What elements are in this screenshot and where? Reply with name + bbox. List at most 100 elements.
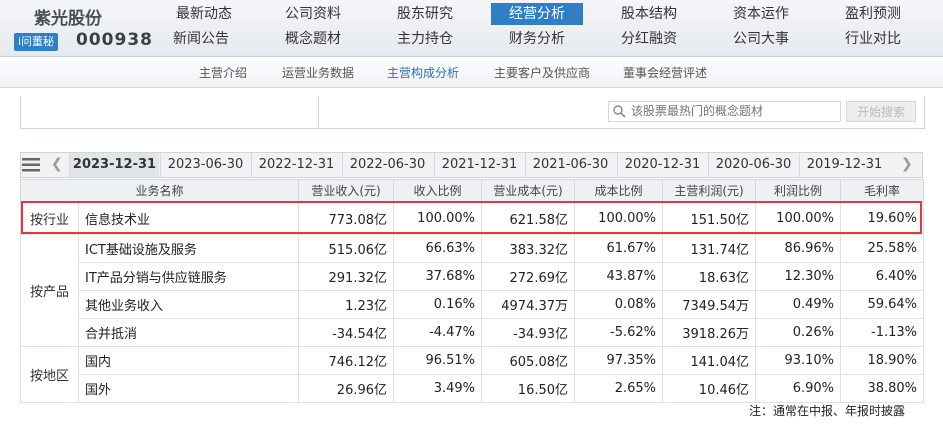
nav-financial-analysis[interactable]: 财务分析 bbox=[491, 28, 583, 50]
cell-revenue-ratio: 96.51% bbox=[393, 346, 483, 375]
cell-revenue-ratio: 100.00% bbox=[393, 201, 483, 235]
tab-date-2020-12-31[interactable]: 2020-12-31 bbox=[617, 153, 707, 177]
nav-industry-comparison[interactable]: 行业对比 bbox=[827, 28, 919, 50]
cell-profit-ratio: 12.30% bbox=[755, 262, 842, 291]
cell-cost: 272.69亿 bbox=[481, 262, 576, 291]
cell-profit-ratio: 0.49% bbox=[755, 290, 842, 319]
table-row: IT产品分销与供应链服务 291.32亿 37.68% 272.69亿 43.8… bbox=[21, 262, 925, 291]
stock-name: 紫光股份 bbox=[34, 9, 102, 29]
table-row: 合并抵消 -34.54亿 -4.47% -34.93亿 -5.62% 3918.… bbox=[21, 318, 925, 347]
nav-earnings-forecast[interactable]: 盈利预测 bbox=[827, 3, 919, 25]
cell-cost: -34.93亿 bbox=[481, 318, 576, 347]
header-profit: 主营利润(元) bbox=[662, 179, 757, 202]
table-header-row: 业务名称 营业收入(元) 收入比例 营业成本(元) 成本比例 主营利润(元) 利… bbox=[19, 179, 925, 202]
cell-revenue-ratio: -4.47% bbox=[393, 318, 483, 347]
divider bbox=[318, 96, 319, 128]
subnav-board-review[interactable]: 董事会经营评述 bbox=[623, 64, 707, 81]
menu-icon[interactable] bbox=[22, 157, 40, 173]
cell-business-name: ICT基础设施及服务 bbox=[77, 234, 300, 263]
cell-cost: 383.32亿 bbox=[481, 234, 576, 263]
subnav-main-business-intro[interactable]: 主营介绍 bbox=[199, 64, 247, 81]
cell-revenue: 291.32亿 bbox=[298, 262, 395, 291]
header-gross-margin: 毛利率 bbox=[840, 179, 925, 202]
group-label: 按产品 bbox=[20, 234, 79, 347]
cell-gross-margin: 25.58% bbox=[840, 234, 925, 263]
group-label: 按地区 bbox=[20, 346, 79, 403]
nav-shareholder-research[interactable]: 股东研究 bbox=[379, 3, 471, 25]
header-profit-ratio: 利润比例 bbox=[755, 179, 842, 202]
cell-cost-ratio: 43.87% bbox=[574, 262, 664, 291]
table-row: 按行业 信息技术业 773.08亿 100.00% 621.58亿 100.00… bbox=[20, 201, 925, 235]
cell-cost: 621.58亿 bbox=[481, 201, 576, 235]
nav-operation-analysis[interactable]: 经营分析 bbox=[491, 3, 583, 25]
cell-profit: 3918.26万 bbox=[662, 318, 757, 347]
table-row: 按地区 国内 746.12亿 96.51% 605.08亿 97.35% 141… bbox=[20, 346, 925, 403]
header-business-name: 业务名称 bbox=[19, 179, 300, 202]
cell-revenue-ratio: 3.49% bbox=[393, 374, 483, 403]
tab-date-2021-06-30[interactable]: 2021-06-30 bbox=[525, 153, 615, 177]
cell-cost: 605.08亿 bbox=[481, 346, 576, 375]
cell-cost-ratio: 61.67% bbox=[574, 234, 664, 263]
nav-main-holdings[interactable]: 主力持仓 bbox=[379, 28, 471, 50]
cell-profit: 151.50亿 bbox=[662, 201, 757, 235]
cell-profit-ratio: 86.96% bbox=[755, 234, 842, 263]
chevron-right-icon[interactable]: ❯ bbox=[901, 156, 913, 172]
cell-gross-margin: -1.13% bbox=[840, 318, 925, 347]
cell-gross-margin: 18.90% bbox=[840, 346, 925, 375]
nav-dividend-financing[interactable]: 分红融资 bbox=[603, 28, 695, 50]
header-revenue: 营业收入(元) bbox=[298, 179, 395, 202]
ask-secretary-button[interactable]: i问董秘 bbox=[14, 33, 59, 51]
cell-profit-ratio: 6.90% bbox=[755, 374, 842, 403]
search-icon bbox=[613, 105, 626, 118]
subnav-operation-data[interactable]: 运营业务数据 bbox=[282, 64, 354, 81]
nav-company-profile[interactable]: 公司资料 bbox=[267, 3, 359, 25]
tab-date-2022-06-30[interactable]: 2022-06-30 bbox=[342, 153, 432, 177]
nav-concept-themes[interactable]: 概念题材 bbox=[267, 28, 359, 50]
cell-business-name: 国内 bbox=[77, 346, 300, 375]
cell-business-name: 国外 bbox=[77, 374, 300, 403]
cell-cost: 16.50亿 bbox=[481, 374, 576, 403]
cell-business-name: 其他业务收入 bbox=[77, 290, 300, 319]
nav-company-events[interactable]: 公司大事 bbox=[715, 28, 807, 50]
cell-gross-margin: 19.60% bbox=[840, 201, 925, 235]
cell-business-name: 合并抵消 bbox=[77, 318, 300, 347]
cell-cost: 4974.37万 bbox=[481, 290, 576, 319]
cell-cost-ratio: 2.65% bbox=[574, 374, 664, 403]
nav-announcements[interactable]: 新闻公告 bbox=[155, 28, 247, 50]
cell-revenue: 773.08亿 bbox=[298, 201, 395, 235]
cell-cost-ratio: 100.00% bbox=[574, 201, 664, 235]
cell-revenue: 26.96亿 bbox=[298, 374, 395, 403]
stock-code: 000938 bbox=[76, 30, 153, 50]
concept-search-input[interactable] bbox=[608, 101, 841, 122]
tab-date-2022-12-31[interactable]: 2022-12-31 bbox=[251, 153, 341, 177]
subnav-business-composition[interactable]: 主营构成分析 bbox=[387, 64, 459, 81]
tab-date-2019-12-31[interactable]: 2019-12-31 bbox=[799, 153, 889, 177]
cell-cost-ratio: 0.08% bbox=[574, 290, 664, 319]
cell-profit-ratio: 93.10% bbox=[755, 346, 842, 375]
cell-profit: 7349.54万 bbox=[662, 290, 757, 319]
cell-revenue-ratio: 0.16% bbox=[393, 290, 483, 319]
cell-revenue: 746.12亿 bbox=[298, 346, 395, 375]
tab-date-2020-06-30[interactable]: 2020-06-30 bbox=[708, 153, 798, 177]
group-label: 按行业 bbox=[20, 201, 79, 235]
search-button[interactable]: 开始搜索 bbox=[846, 101, 916, 122]
sub-navigation: 主营介绍 运营业务数据 主营构成分析 主要客户及供应商 董事会经营评述 bbox=[0, 57, 943, 88]
tab-date-2023-12-31[interactable]: 2023-12-31 bbox=[69, 153, 159, 177]
cell-business-name: IT产品分销与供应链服务 bbox=[77, 262, 300, 291]
tab-date-2021-12-31[interactable]: 2021-12-31 bbox=[434, 153, 524, 177]
subnav-customers-suppliers[interactable]: 主要客户及供应商 bbox=[494, 64, 590, 81]
nav-latest-news[interactable]: 最新动态 bbox=[158, 3, 250, 25]
header-cost-ratio: 成本比例 bbox=[574, 179, 664, 202]
cell-gross-margin: 6.40% bbox=[840, 262, 925, 291]
cell-cost-ratio: -5.62% bbox=[574, 318, 664, 347]
cell-profit: 131.74亿 bbox=[662, 234, 757, 263]
cell-gross-margin: 59.64% bbox=[840, 290, 925, 319]
nav-capital-operation[interactable]: 资本运作 bbox=[715, 3, 807, 25]
cell-revenue-ratio: 37.68% bbox=[393, 262, 483, 291]
tab-date-2023-06-30[interactable]: 2023-06-30 bbox=[160, 153, 250, 177]
business-composition-table: 业务名称 营业收入(元) 收入比例 营业成本(元) 成本比例 主营利润(元) 利… bbox=[19, 179, 925, 403]
header-revenue-ratio: 收入比例 bbox=[393, 179, 483, 202]
nav-equity-structure[interactable]: 股本结构 bbox=[603, 3, 695, 25]
disclosure-footnote: 注：通常在中报、年报时披露 bbox=[748, 404, 905, 418]
chevron-left-icon[interactable]: ❮ bbox=[51, 156, 63, 172]
